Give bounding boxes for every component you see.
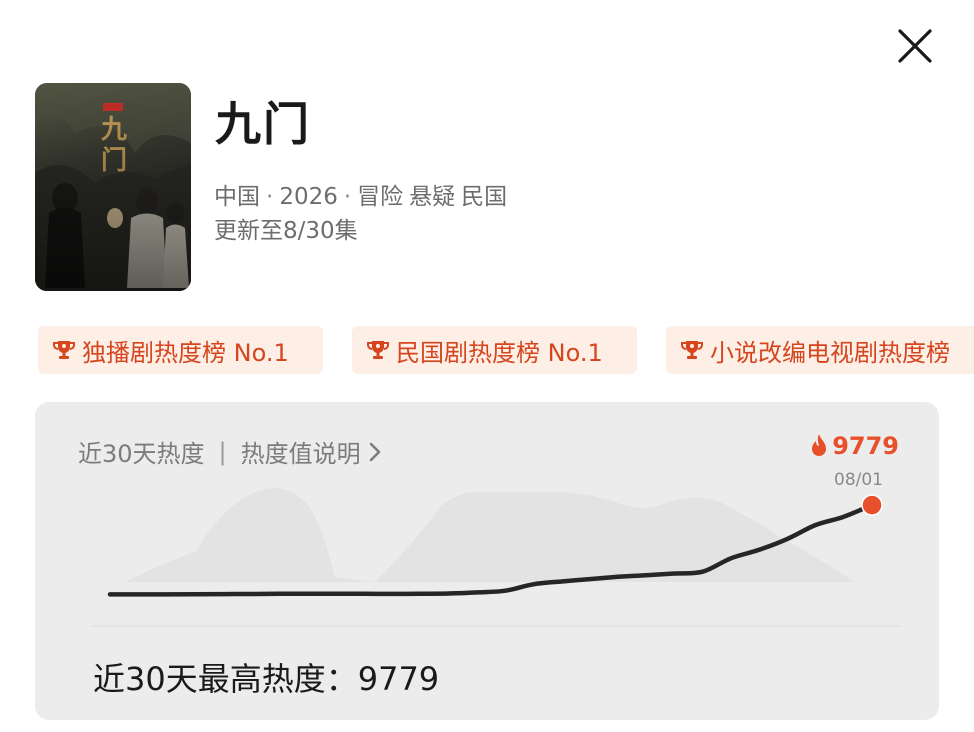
badge-label: 独播剧热度榜 No.1	[82, 338, 289, 367]
badge-label: 小说改编电视剧热度榜	[710, 338, 950, 367]
heat-summary: 近30天最高热度：9779	[93, 660, 440, 698]
heat-card-title: 近30天热度	[78, 440, 205, 468]
show-meta: 中国 · 2026 · 冒险 悬疑 民国	[214, 177, 513, 211]
heat-card-header: 近30天热度 | 热度值说明	[78, 434, 383, 469]
meta-separator: ·	[266, 184, 274, 210]
close-icon	[898, 29, 932, 63]
trophy-icon	[681, 341, 703, 359]
ranking-badge[interactable]: 民国剧热度榜 No.1	[352, 326, 637, 374]
header-separator: |	[218, 437, 227, 466]
peak-date: 08/01	[834, 470, 883, 490]
ranking-badge[interactable]: 小说改编电视剧热度榜	[666, 326, 974, 374]
show-year: 2026	[279, 184, 338, 210]
badge-label: 民国剧热度榜 No.1	[396, 338, 603, 367]
flame-icon	[812, 434, 827, 456]
heat-card: 近30天热度 | 热度值说明 9779 08/01 近30天最高热度：9779	[35, 402, 939, 720]
heat-help-link[interactable]: 热度值说明	[241, 434, 383, 469]
peak-heat-value: 9779	[832, 432, 899, 460]
close-button[interactable]	[893, 24, 937, 68]
trophy-icon	[53, 341, 75, 359]
chevron-right-icon	[369, 442, 380, 461]
show-country: 中国	[214, 184, 260, 210]
trophy-icon	[367, 341, 389, 359]
poster-artwork: 九 门	[35, 83, 191, 291]
peak-heat: 9779	[809, 432, 899, 460]
heat-help-label: 热度值说明	[240, 440, 361, 468]
poster-image[interactable]: 九 门	[35, 83, 191, 291]
update-status: 更新至8/30集	[214, 218, 358, 244]
chart-watermark	[125, 488, 855, 582]
ranking-badge[interactable]: 独播剧热度榜 No.1	[38, 326, 323, 374]
genre-tag: 民国	[461, 184, 508, 210]
peak-point[interactable]	[861, 494, 883, 516]
show-title: 九门	[215, 97, 311, 151]
meta-separator: ·	[343, 184, 352, 210]
genre-tag: 悬疑	[409, 184, 456, 210]
genre-tag: 冒险	[357, 184, 404, 210]
